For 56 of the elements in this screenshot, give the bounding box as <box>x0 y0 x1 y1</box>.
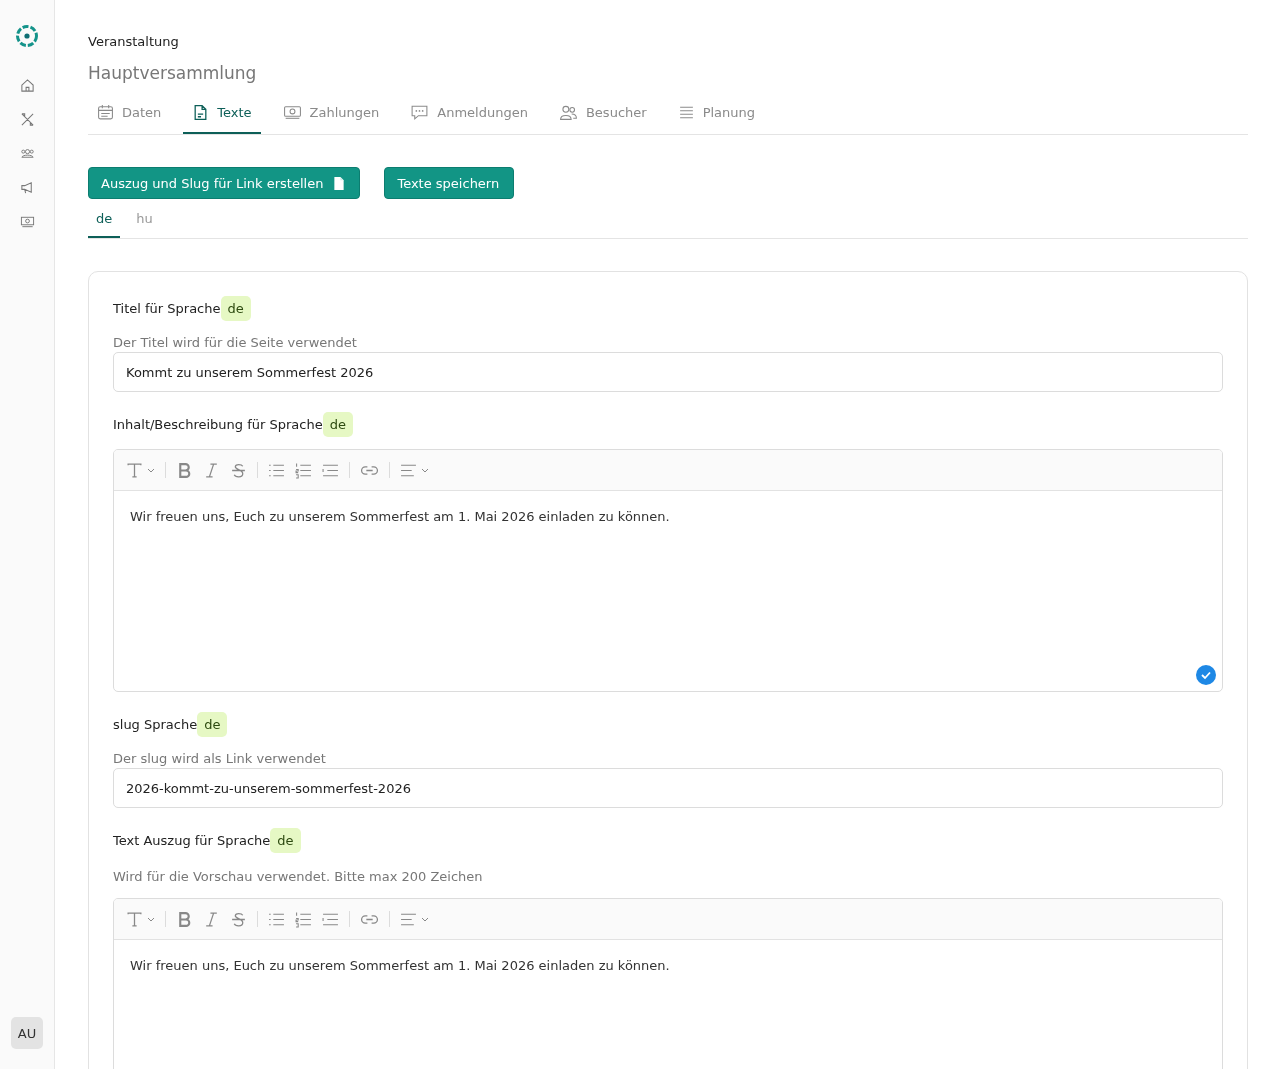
text-size-icon[interactable] <box>126 910 143 928</box>
numbered-list-icon[interactable] <box>295 461 312 479</box>
language-badge: de <box>197 712 228 737</box>
text-input[interactable]: Kommt zu unserem Sommerfest 2026 <box>113 352 1223 392</box>
bold-icon[interactable] <box>176 910 193 928</box>
caret-icon[interactable] <box>421 916 429 922</box>
calendar-icon <box>97 104 114 121</box>
people-icon <box>558 104 578 121</box>
megaphone-icon[interactable] <box>19 180 35 195</box>
caret-icon[interactable] <box>147 916 155 922</box>
banknote-icon <box>282 104 302 121</box>
document-icon <box>333 176 346 190</box>
tab[interactable]: Daten <box>88 96 171 134</box>
caret-icon[interactable] <box>421 467 429 473</box>
tab[interactable]: Texte <box>183 96 261 134</box>
language-tab[interactable]: hu <box>128 203 161 238</box>
language-badge: de <box>322 412 353 437</box>
tab[interactable]: Anmeldungen <box>401 96 537 134</box>
numbered-list-icon[interactable] <box>295 910 312 928</box>
field-hint: Der Titel wird für die Seite verwendet <box>113 335 358 350</box>
banknote-icon[interactable] <box>19 214 35 229</box>
page-title: Hauptversammlung <box>88 63 258 83</box>
language-badge: de <box>270 828 301 853</box>
language-badge: de <box>220 296 251 321</box>
language-tab[interactable]: de <box>88 203 121 238</box>
editor-text: Wir freuen uns, Euch zu unserem Sommerfest am 1. Mai 2026 einladen zu können. <box>130 509 671 524</box>
strikethrough-icon[interactable] <box>230 461 247 479</box>
home-icon[interactable] <box>19 78 35 93</box>
user-avatar[interactable]: AU <box>11 1017 43 1049</box>
generate-button[interactable]: Auszug und Slug für Link erstellen <box>88 167 361 199</box>
chat-icon <box>410 104 430 121</box>
field-label: Text Auszug für Sprache <box>113 833 271 848</box>
italic-icon[interactable] <box>203 910 220 928</box>
save-button[interactable]: Texte speichern <box>384 167 515 199</box>
caret-icon[interactable] <box>147 467 155 473</box>
group-icon[interactable] <box>19 146 35 161</box>
logo-icon <box>15 24 39 48</box>
field-hint: Wird für die Vorschau verwendet. Bitte max 200 Zeichen <box>113 869 484 884</box>
tab[interactable]: Zahlungen <box>273 96 389 134</box>
tools-icon[interactable] <box>19 112 35 127</box>
editor-text: Wir freuen uns, Euch zu unserem Sommerfest am 1. Mai 2026 einladen zu können. <box>130 958 671 973</box>
strikethrough-icon[interactable] <box>230 910 247 928</box>
tab[interactable]: Besucher <box>549 96 656 134</box>
field-label: slug Sprache <box>113 717 198 732</box>
text-input[interactable]: 2026-kommt-zu-unserem-sommerfest-2026 <box>113 768 1223 808</box>
italic-icon[interactable] <box>203 461 220 479</box>
field-label: Titel für Sprache <box>113 301 221 316</box>
tab[interactable]: Planung <box>668 96 764 134</box>
rich-text-editor[interactable]: Wir freuen uns, Euch zu unserem Sommerfest am 1. Mai 2026 einladen zu können. <box>113 898 1223 1069</box>
list-icon <box>677 104 695 121</box>
text-size-icon[interactable] <box>126 461 143 479</box>
bold-icon[interactable] <box>176 461 193 479</box>
field-label: Inhalt/Beschreibung für Sprache <box>113 417 323 432</box>
rich-text-editor[interactable]: Wir freuen uns, Euch zu unserem Sommerfest am 1. Mai 2026 einladen zu können. <box>113 449 1223 692</box>
field-hint: Der slug wird als Link verwendet <box>113 751 327 766</box>
page-eyebrow: Veranstaltung <box>88 34 180 49</box>
